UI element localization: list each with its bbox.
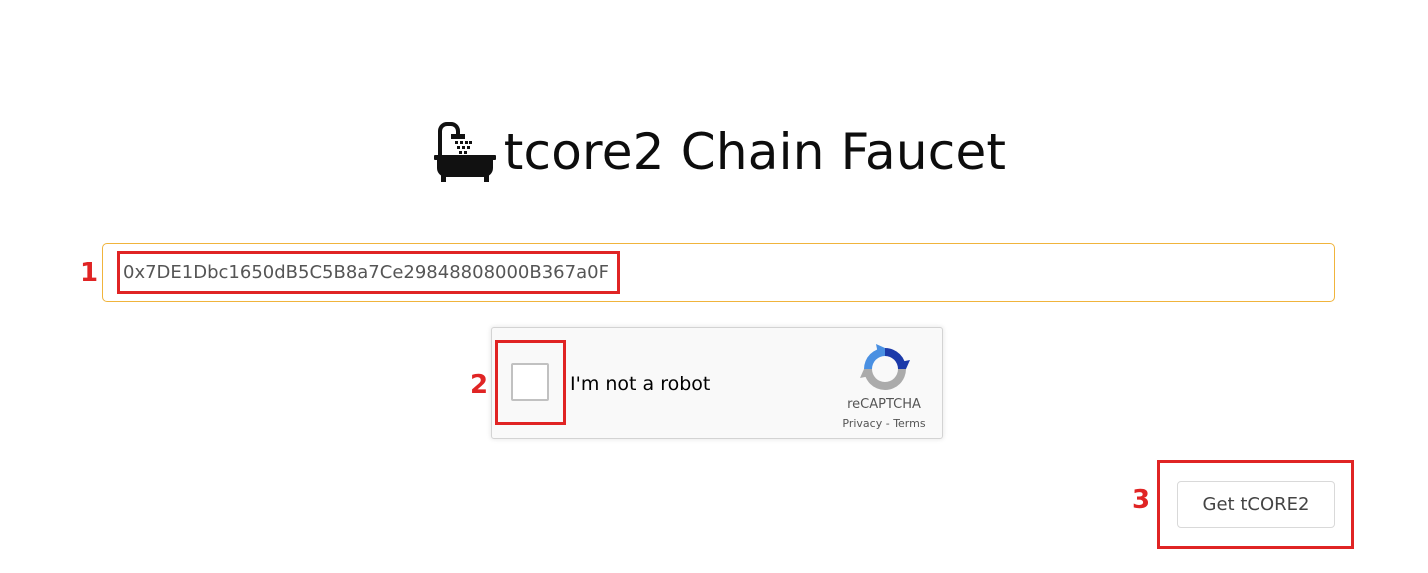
annotation-number-2: 2 xyxy=(470,370,489,400)
recaptcha-logo-icon xyxy=(860,344,910,390)
title-group: tcore2 Chain Faucet xyxy=(432,121,1006,183)
annotation-number-1: 1 xyxy=(80,258,99,288)
page-header: tcore2 Chain Faucet xyxy=(0,112,1428,192)
page-title: tcore2 Chain Faucet xyxy=(503,123,1007,181)
links-separator: - xyxy=(882,417,894,430)
recaptcha-links: Privacy - Terms xyxy=(818,417,950,430)
recaptcha-widget: I'm not a robot reCAPTCHA Privacy - Term… xyxy=(491,327,943,439)
terms-link[interactable]: Terms xyxy=(893,417,925,430)
annotation-number-3: 3 xyxy=(1132,485,1151,515)
captcha-label: I'm not a robot xyxy=(570,373,711,395)
recaptcha-brand: reCAPTCHA xyxy=(847,397,921,412)
address-input[interactable] xyxy=(102,243,1335,302)
bathtub-shower-icon xyxy=(433,122,496,182)
privacy-link[interactable]: Privacy xyxy=(842,417,882,430)
captcha-checkbox[interactable] xyxy=(511,363,549,401)
get-tcore2-button[interactable]: Get tCORE2 xyxy=(1177,481,1335,528)
